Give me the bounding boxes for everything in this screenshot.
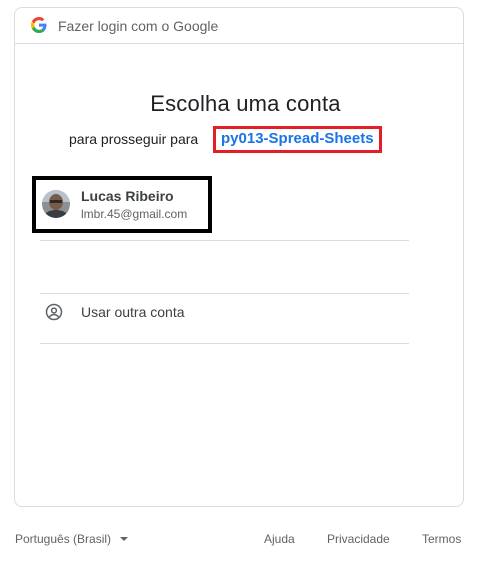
google-g-icon — [31, 17, 47, 33]
signin-card: Fazer login com o Google — [14, 7, 464, 507]
terms-link[interactable]: Termos — [422, 532, 461, 546]
caret-down-icon[interactable] — [120, 537, 128, 541]
help-link[interactable]: Ajuda — [264, 532, 295, 546]
user-avatar-photo — [42, 190, 70, 218]
header-title: Fazer login com o Google — [58, 18, 219, 34]
footer: Português (Brasil) Ajuda Privacidade Ter… — [0, 530, 491, 550]
user-avatar — [42, 190, 70, 218]
language-selector[interactable]: Português (Brasil) — [15, 532, 111, 546]
divider — [40, 343, 409, 344]
person-circle-icon — [45, 303, 63, 321]
use-another-account-label: Usar outra conta — [81, 304, 185, 320]
card-header: Fazer login com o Google — [15, 8, 463, 44]
divider — [40, 240, 409, 241]
privacy-link[interactable]: Privacidade — [327, 532, 390, 546]
account-name: Lucas Ribeiro — [81, 188, 174, 204]
app-name-link[interactable]: py013-Spread-Sheets — [213, 126, 382, 153]
subtitle-text: para prosseguir para — [69, 131, 199, 147]
page-title: Escolha uma conta — [150, 91, 341, 116]
account-email: lmbr.45@gmail.com — [81, 207, 188, 221]
